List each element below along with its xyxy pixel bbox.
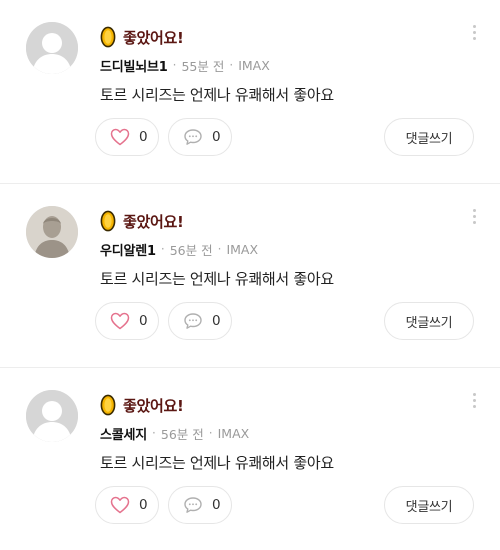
write-reply-label: 댓글쓰기 bbox=[405, 499, 453, 515]
username[interactable]: 우디알렌1 bbox=[100, 240, 156, 259]
more-options-icon[interactable] bbox=[466, 388, 482, 412]
reply-count-button[interactable]: 0 bbox=[168, 302, 232, 340]
like-button[interactable]: 0 bbox=[95, 118, 159, 156]
screen-type: IMAX bbox=[226, 241, 259, 257]
write-reply-button[interactable]: 댓글쓰기 bbox=[384, 118, 474, 156]
write-reply-label: 댓글쓰기 bbox=[405, 315, 453, 331]
egg-coin-icon bbox=[100, 210, 116, 232]
like-count: 0 bbox=[139, 129, 148, 145]
dot bbox=[472, 214, 476, 218]
default-avatar-icon bbox=[26, 390, 78, 442]
screen-type: IMAX bbox=[238, 57, 270, 73]
username[interactable]: 드디빌뇌브1 bbox=[100, 56, 168, 75]
dot bbox=[472, 36, 476, 40]
timestamp: 56분 전 bbox=[169, 242, 213, 258]
reply-count: 0 bbox=[212, 129, 221, 145]
screen-type: IMAX bbox=[217, 425, 250, 441]
speech-bubble-icon bbox=[184, 497, 202, 513]
egg-coin-icon bbox=[100, 26, 116, 48]
more-options-icon[interactable] bbox=[466, 20, 482, 44]
reply-count: 0 bbox=[212, 313, 221, 329]
timestamp: 55분 전 bbox=[181, 58, 225, 74]
comment-item: 좋았어요! 우디알렌1 · 56분 전 · IMAX 토르 시리즈는 언제나 유… bbox=[0, 184, 500, 368]
separator-dot: · bbox=[208, 426, 213, 440]
comment-meta: 드디빌뇌브1 · 55분 전 · IMAX bbox=[100, 55, 270, 75]
dot bbox=[472, 30, 476, 34]
like-count: 0 bbox=[139, 313, 148, 329]
avatar[interactable] bbox=[26, 390, 78, 442]
dot bbox=[472, 220, 476, 224]
separator-dot: · bbox=[152, 426, 156, 440]
rating: 좋았어요! bbox=[100, 394, 184, 416]
like-button[interactable]: 0 bbox=[95, 486, 159, 524]
username[interactable]: 스콜세지 bbox=[100, 424, 147, 443]
dot bbox=[472, 398, 476, 402]
like-button[interactable]: 0 bbox=[95, 302, 159, 340]
avatar[interactable] bbox=[26, 22, 78, 74]
rating-label: 좋았어요! bbox=[123, 396, 184, 415]
rating: 좋았어요! bbox=[100, 26, 184, 48]
dot bbox=[472, 24, 476, 28]
write-reply-button[interactable]: 댓글쓰기 bbox=[384, 302, 474, 340]
separator-dot: · bbox=[229, 58, 234, 72]
heart-icon bbox=[110, 128, 130, 146]
dot bbox=[472, 392, 476, 396]
more-options-icon[interactable] bbox=[466, 204, 482, 228]
rating-label: 좋았어요! bbox=[123, 212, 184, 231]
speech-bubble-icon bbox=[184, 313, 202, 329]
write-reply-label: 댓글쓰기 bbox=[405, 131, 453, 147]
timestamp: 56분 전 bbox=[160, 426, 204, 442]
comment-body: 토르 시리즈는 언제나 유쾌해서 좋아요 bbox=[100, 454, 334, 472]
separator-dot: · bbox=[160, 242, 165, 256]
egg-coin-icon bbox=[100, 394, 116, 416]
heart-icon bbox=[110, 312, 130, 330]
default-avatar-icon bbox=[26, 22, 78, 74]
avatar[interactable] bbox=[26, 206, 78, 258]
dot bbox=[472, 208, 476, 212]
reply-count-button[interactable]: 0 bbox=[168, 118, 232, 156]
separator-dot: · bbox=[172, 58, 177, 72]
rating: 좋았어요! bbox=[100, 210, 184, 232]
reply-count-button[interactable]: 0 bbox=[168, 486, 232, 524]
reply-count: 0 bbox=[212, 497, 221, 513]
dot bbox=[472, 404, 476, 408]
heart-icon bbox=[110, 496, 130, 514]
speech-bubble-icon bbox=[184, 129, 202, 145]
comment-meta: 스콜세지 · 56분 전 · IMAX bbox=[100, 423, 249, 443]
separator-dot: · bbox=[217, 242, 222, 256]
comment-body: 토르 시리즈는 언제나 유쾌해서 좋아요 bbox=[100, 270, 334, 288]
comment-body: 토르 시리즈는 언제나 유쾌해서 좋아요 bbox=[100, 86, 334, 104]
comment-meta: 우디알렌1 · 56분 전 · IMAX bbox=[100, 239, 258, 259]
comment-item: 좋았어요! 드디빌뇌브1 · 55분 전 · IMAX 토르 시리즈는 언제나 … bbox=[0, 0, 500, 184]
profile-photo-icon bbox=[26, 206, 78, 258]
comment-list: 좋았어요! 드디빌뇌브1 · 55분 전 · IMAX 토르 시리즈는 언제나 … bbox=[0, 0, 500, 550]
write-reply-button[interactable]: 댓글쓰기 bbox=[384, 486, 474, 524]
like-count: 0 bbox=[139, 497, 148, 513]
rating-label: 좋았어요! bbox=[123, 28, 184, 47]
comment-item: 좋았어요! 스콜세지 · 56분 전 · IMAX 토르 시리즈는 언제나 유쾌… bbox=[0, 368, 500, 550]
